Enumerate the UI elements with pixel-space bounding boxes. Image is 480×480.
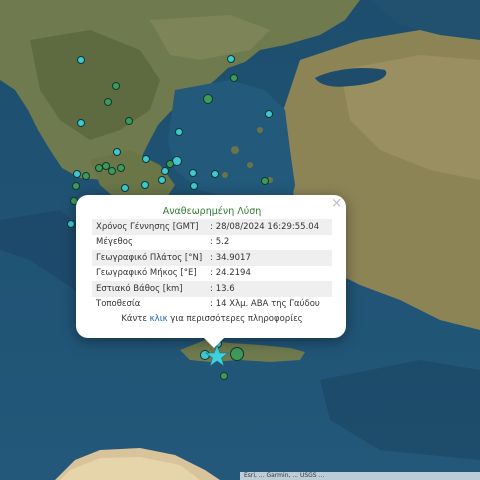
row-value: : 34.9017 — [206, 250, 332, 266]
earthquake-marker[interactable] — [67, 220, 75, 228]
table-row: Εστιακό Βάθος [km]: 13.6 — [92, 281, 332, 297]
row-label: Τοποθεσία — [96, 299, 141, 310]
row-value: : 24.2194 — [210, 268, 251, 279]
earthquake-marker[interactable] — [158, 176, 166, 184]
more-info-prefix: Κάντε — [121, 314, 150, 324]
table-row: Μέγεθος : 5.2 — [92, 235, 332, 251]
row-label: Εστιακό Βάθος [km] — [92, 281, 207, 297]
earthquake-marker[interactable] — [113, 148, 121, 156]
earthquake-marker[interactable] — [203, 94, 213, 104]
event-popup: × Αναθεωρημένη Λύση Χρόνος Γέννησης [GMT… — [76, 195, 346, 348]
table-row: Γεωγραφικό Πλάτος [°N]: 34.9017 — [92, 250, 332, 266]
map-view[interactable]: × Αναθεωρημένη Λύση Χρόνος Γέννησης [GMT… — [0, 0, 480, 480]
popup-tip — [204, 338, 224, 348]
earthquake-marker[interactable] — [211, 170, 219, 178]
row-label: Μέγεθος — [96, 237, 133, 248]
map-attribution: Esri, ... Garmin, ... USGS ... — [240, 472, 480, 480]
earthquake-marker[interactable] — [230, 347, 244, 361]
earthquake-marker[interactable] — [141, 181, 149, 189]
row-value: : 14 Χλμ. ΑΒΑ της Γαύδου — [210, 299, 320, 310]
earthquake-marker[interactable] — [108, 167, 116, 175]
earthquake-marker[interactable] — [227, 55, 235, 63]
earthquake-marker[interactable] — [161, 167, 169, 175]
earthquake-marker[interactable] — [117, 164, 125, 172]
close-icon[interactable]: × — [331, 196, 342, 211]
earthquake-marker[interactable] — [77, 119, 85, 127]
table-row: Γεωγραφικό Μήκος [°E] : 24.2194 — [92, 266, 332, 282]
row-value: : 13.6 — [206, 281, 332, 297]
more-info-text: Κάντε κλικ για περισσότερες πληροφορίες — [92, 314, 332, 324]
earthquake-marker[interactable] — [142, 155, 150, 163]
more-info-link[interactable]: κλικ — [150, 314, 168, 324]
earthquake-marker[interactable] — [175, 128, 183, 136]
earthquake-marker[interactable] — [190, 182, 198, 190]
earthquake-marker[interactable] — [220, 372, 228, 380]
earthquake-marker[interactable] — [230, 74, 238, 82]
more-info-suffix: για περισσότερες πληροφορίες — [167, 314, 303, 324]
earthquake-marker[interactable] — [121, 184, 129, 192]
row-label: Χρόνος Γέννησης [GMT] — [92, 219, 207, 235]
earthquake-marker[interactable] — [189, 169, 197, 177]
earthquake-marker[interactable] — [112, 82, 120, 90]
row-value: : 28/08/2024 16:29:55.04 — [206, 219, 332, 235]
earthquake-marker[interactable] — [72, 182, 80, 190]
table-row: Τοποθεσία : 14 Χλμ. ΑΒΑ της Γαύδου — [92, 297, 332, 313]
earthquake-marker[interactable] — [82, 172, 90, 180]
earthquake-marker[interactable] — [261, 177, 269, 185]
event-details-table: Χρόνος Γέννησης [GMT]: 28/08/2024 16:29:… — [92, 219, 332, 312]
table-row: Χρόνος Γέννησης [GMT]: 28/08/2024 16:29:… — [92, 219, 332, 235]
row-label: Γεωγραφικό Μήκος [°E] — [96, 268, 197, 279]
earthquake-marker[interactable] — [125, 117, 133, 125]
earthquake-marker[interactable] — [73, 170, 81, 178]
earthquake-marker[interactable] — [265, 110, 273, 118]
earthquake-marker[interactable] — [77, 56, 85, 64]
row-value: : 5.2 — [210, 237, 230, 248]
earthquake-marker[interactable] — [104, 98, 112, 106]
row-label: Γεωγραφικό Πλάτος [°N] — [92, 250, 207, 266]
popup-title: Αναθεωρημένη Λύση — [162, 206, 262, 217]
